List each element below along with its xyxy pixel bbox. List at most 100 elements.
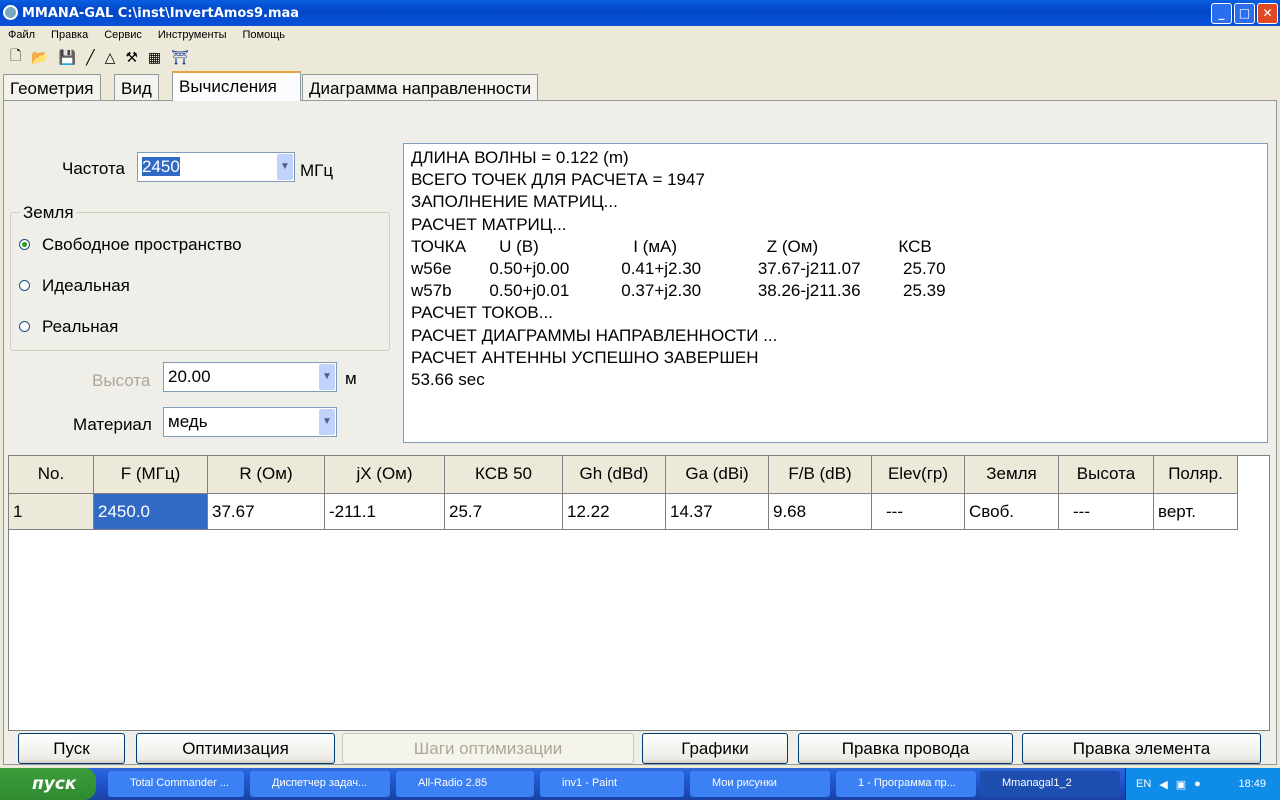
radio-ideal[interactable] bbox=[19, 280, 30, 291]
radio-real[interactable] bbox=[19, 321, 30, 332]
network-icon: ▣ bbox=[1175, 778, 1187, 791]
radio-real-label[interactable]: Реальная bbox=[42, 317, 118, 337]
menu-file[interactable]: Файл bbox=[0, 29, 43, 41]
column-header[interactable]: КСВ 50 bbox=[445, 456, 563, 494]
calculation-output[interactable]: ДЛИНА ВОЛНЫ = 0.122 (m) ВСЕГО ТОЧЕК ДЛЯ Р… bbox=[403, 143, 1268, 443]
table-cell[interactable]: 12.22 bbox=[563, 494, 666, 530]
column-header[interactable]: Ga (dBi) bbox=[666, 456, 769, 494]
table-cell[interactable]: верт. bbox=[1154, 494, 1238, 530]
output-line: w56e 0.50+j0.00 0.41+j2.30 37.67-j211.07… bbox=[411, 259, 946, 279]
close-button[interactable]: ✕ bbox=[1257, 3, 1278, 24]
table-cell[interactable]: 2450.0 bbox=[94, 494, 208, 530]
table-cell[interactable]: 9.68 bbox=[769, 494, 872, 530]
column-header[interactable]: F (МГц) bbox=[94, 456, 208, 494]
taskbar-item[interactable]: Mmanagal1_2 bbox=[980, 771, 1120, 797]
tab-view[interactable]: Вид bbox=[114, 74, 159, 101]
output-line: ВСЕГО ТОЧЕК ДЛЯ РАСЧЕТА = 1947 bbox=[411, 170, 705, 190]
output-line: ЗАПОЛНЕНИЕ МАТРИЦ... bbox=[411, 192, 618, 212]
output-line: РАСЧЕТ АНТЕННЫ УСПЕШНО ЗАВЕРШЕН bbox=[411, 347, 759, 367]
taskbar-item[interactable]: 1 - Программа пр... bbox=[836, 771, 976, 797]
chevron-down-icon[interactable]: ▼ bbox=[319, 364, 335, 390]
menu-bar: Файл Правка Сервис Инструменты Помощь bbox=[0, 26, 1280, 44]
menu-help[interactable]: Помощь bbox=[234, 29, 293, 41]
column-header[interactable]: jX (Ом) bbox=[325, 456, 445, 494]
save-icon[interactable]: 💾 bbox=[59, 49, 76, 66]
table-cell[interactable]: -211.1 bbox=[325, 494, 445, 530]
maximize-button[interactable]: □ bbox=[1234, 3, 1255, 24]
system-tray: EN ◀ ▣ ● 18:49 bbox=[1125, 768, 1280, 800]
tools-icon[interactable]: ⚒ bbox=[125, 49, 138, 66]
tab-geometry[interactable]: Геометрия bbox=[3, 74, 101, 101]
chevron-down-icon[interactable]: ▼ bbox=[277, 154, 293, 180]
edit-wire-button[interactable]: Правка провода bbox=[798, 733, 1013, 764]
open-folder-icon[interactable]: 📂 bbox=[31, 49, 48, 66]
taskbar-item[interactable]: Total Commander ... bbox=[108, 771, 244, 797]
ground-title: Земля bbox=[20, 203, 77, 223]
menu-service[interactable]: Сервис bbox=[96, 29, 150, 41]
radio-ideal-label[interactable]: Идеальная bbox=[42, 276, 130, 296]
taskbar-item[interactable]: inv1 - Paint bbox=[540, 771, 684, 797]
column-header[interactable]: Высота bbox=[1059, 456, 1154, 494]
table-cell[interactable]: 1 bbox=[9, 494, 94, 530]
frequency-unit: МГц bbox=[300, 161, 334, 180]
material-label: Материал bbox=[73, 415, 152, 434]
language-indicator[interactable]: EN bbox=[1136, 778, 1151, 790]
column-header[interactable]: Elev(гр) bbox=[872, 456, 965, 494]
taskbar-item[interactable]: Диспетчер задач... bbox=[250, 771, 390, 797]
radio-free-space[interactable] bbox=[19, 239, 30, 250]
table-cell[interactable]: Своб. bbox=[965, 494, 1059, 530]
table-cell[interactable]: 37.67 bbox=[208, 494, 325, 530]
column-header[interactable]: Gh (dBd) bbox=[563, 456, 666, 494]
exit-icon[interactable]: ⛩ bbox=[171, 49, 189, 66]
table-cell[interactable]: 25.7 bbox=[445, 494, 563, 530]
tray-expand-icon[interactable]: ◀ bbox=[1159, 778, 1167, 791]
start-button[interactable]: Пуск bbox=[18, 733, 125, 764]
table-cell[interactable]: --- bbox=[1059, 494, 1154, 530]
title-bar: MMANA-GAL C:\inst\InvertAmos9.maa bbox=[0, 0, 1280, 26]
taskbar-item[interactable]: Мои рисунки bbox=[690, 771, 830, 797]
start-button[interactable]: пуск bbox=[0, 768, 96, 800]
table-cell[interactable]: --- bbox=[872, 494, 965, 530]
results-table[interactable]: No. F (МГц) R (Ом) jX (Ом) КСВ 50 Gh (dBd) Ga … bbox=[8, 455, 1270, 731]
column-header[interactable]: Поляр. bbox=[1154, 456, 1238, 494]
frequency-value: 2450 bbox=[142, 157, 180, 176]
column-header[interactable]: F/B (dB) bbox=[769, 456, 872, 494]
clock: 18:49 bbox=[1238, 778, 1266, 790]
optimization-button[interactable]: Оптимизация bbox=[136, 733, 335, 764]
height-label: Высота bbox=[92, 371, 151, 390]
output-line: 53.66 sec bbox=[411, 370, 485, 390]
height-unit: м bbox=[345, 369, 357, 388]
radio-free-space-label[interactable]: Свободное пространство bbox=[42, 235, 242, 255]
output-line: ТОЧКА U (В) I (мА) Z (Ом) КСВ bbox=[411, 236, 932, 256]
taskbar-item[interactable]: All-Radio 2.85 bbox=[396, 771, 534, 797]
new-file-icon[interactable]: 🗋 bbox=[10, 45, 21, 69]
wire-icon[interactable]: ╱ bbox=[86, 49, 94, 66]
column-header[interactable]: R (Ом) bbox=[208, 456, 325, 494]
output-line: РАСЧЕТ ТОКОВ... bbox=[411, 303, 553, 323]
tab-pattern[interactable]: Диаграмма направленности bbox=[302, 74, 539, 101]
output-line: ДЛИНА ВОЛНЫ = 0.122 (m) bbox=[411, 148, 629, 167]
frequency-combo[interactable]: 2450 ▼ bbox=[137, 152, 295, 182]
chevron-down-icon[interactable]: ▼ bbox=[319, 409, 335, 435]
menu-edit[interactable]: Правка bbox=[43, 29, 96, 41]
table-cell[interactable]: 14.37 bbox=[666, 494, 769, 530]
material-combo[interactable]: медь ▼ bbox=[163, 407, 337, 437]
minimize-button[interactable]: _ bbox=[1211, 3, 1232, 24]
window-title: MMANA-GAL C:\inst\InvertAmos9.maa bbox=[22, 5, 300, 21]
output-line: РАСЧЕТ МАТРИЦ... bbox=[411, 214, 567, 234]
height-combo[interactable]: 20.00 ▼ bbox=[163, 362, 337, 392]
column-header[interactable]: No. bbox=[9, 456, 94, 494]
edit-element-button[interactable]: Правка элемента bbox=[1022, 733, 1261, 764]
graphs-button[interactable]: Графики bbox=[642, 733, 788, 764]
tab-calculation[interactable]: Вычисления bbox=[172, 71, 301, 101]
column-header[interactable]: Земля bbox=[965, 456, 1059, 494]
material-value: медь bbox=[168, 412, 208, 431]
toolbar: 🗋 📂 💾 ╱ △ ⚒ ▦ ⛩ bbox=[0, 45, 189, 69]
output-line: w57b 0.50+j0.01 0.37+j2.30 38.26-j211.36… bbox=[411, 281, 946, 301]
height-value: 20.00 bbox=[168, 367, 211, 386]
menu-tools[interactable]: Инструменты bbox=[150, 29, 235, 41]
antivirus-icon: ● bbox=[1194, 778, 1201, 790]
triangle-icon[interactable]: △ bbox=[105, 49, 116, 66]
calculator-icon[interactable]: ▦ bbox=[148, 49, 161, 66]
frequency-label: Частота bbox=[62, 159, 126, 178]
